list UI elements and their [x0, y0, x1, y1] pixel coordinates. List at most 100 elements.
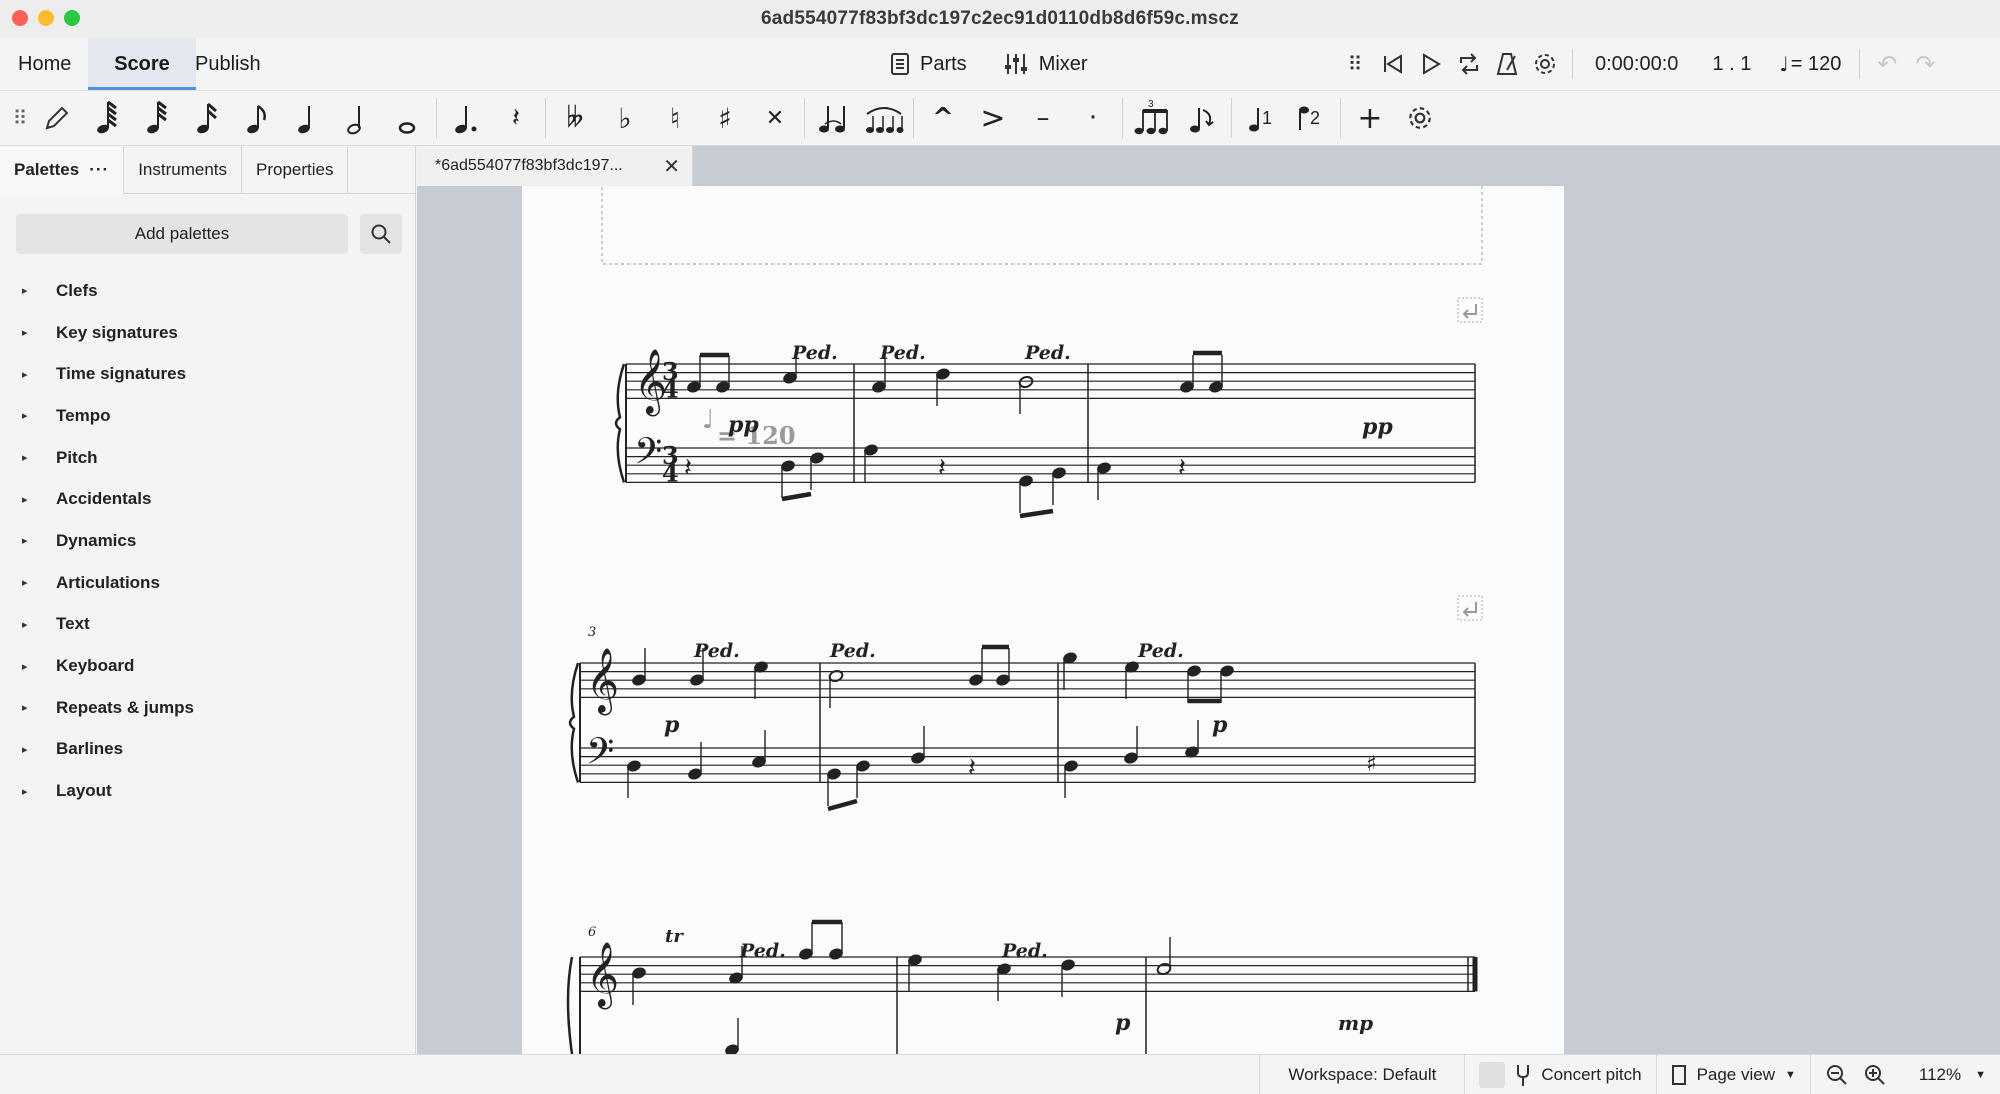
palette-item-key-signatures[interactable]: ▸ Key signatures [0, 312, 416, 354]
document-tab[interactable]: *6ad554077f83bf3dc197... ✕ [417, 146, 693, 186]
palette-item-repeats-jumps[interactable]: ▸ Repeats & jumps [0, 687, 416, 729]
dynamic-p[interactable]: p [1115, 1010, 1131, 1036]
zoom-level[interactable]: 112% [1919, 1065, 1961, 1085]
palette-item-pitch[interactable]: ▸ Pitch [0, 437, 416, 479]
score-canvas[interactable]: 𝄞𝄢3434Ped. Ped. Ped.𝄽 𝄽 𝄽𝄞𝄢Ped. Ped. Ped.𝄽𝄞 Ped… [522, 186, 1564, 1054]
palette-item-barlines[interactable]: ▸ Barlines [0, 729, 416, 771]
whole-note-button[interactable] [382, 93, 432, 143]
treble-clef[interactable]: 𝄞 [586, 942, 619, 1009]
eighth-note-button[interactable] [232, 93, 282, 143]
concert-pitch-checkbox[interactable] [1479, 1061, 1506, 1088]
rest-button[interactable]: 𝄽 [491, 93, 541, 143]
tab-publish[interactable]: Publish [177, 38, 279, 90]
dynamic-p[interactable]: p [664, 712, 680, 738]
tab-home[interactable]: Home [0, 38, 89, 90]
title-frame[interactable] [601, 186, 1483, 265]
tenuto-button[interactable]: – [1018, 93, 1068, 143]
loop-button[interactable] [1450, 44, 1488, 84]
line-break-icon[interactable] [1457, 595, 1483, 621]
voice-2-button[interactable]: 2 [1286, 93, 1336, 143]
palette-item-keyboard[interactable]: ▸ Keyboard [0, 645, 416, 687]
add-palettes-button[interactable]: Add palettes [16, 214, 348, 254]
tie-button[interactable] [809, 93, 859, 143]
tab-palettes[interactable]: Palettes ··· [0, 146, 125, 194]
more-options-icon[interactable]: ··· [89, 160, 109, 180]
line-break-icon[interactable] [1457, 297, 1483, 323]
voice-1-button[interactable]: 1 [1236, 93, 1286, 143]
score-page[interactable]: 𝄞 𝄢 3 4 3 4 Ped. Ped. Ped. 𝄽 𝄽 𝄽 𝄞 𝄢 Ped. Ped. Ped. 𝄽 𝄞 Ped… [522, 186, 1564, 1054]
accent-button[interactable]: > [968, 93, 1018, 143]
pedal-mark[interactable]: Ped. [791, 342, 838, 364]
16th-note-button[interactable] [182, 93, 232, 143]
tuplet-button[interactable]: 3 [1127, 93, 1177, 143]
pedal-mark[interactable]: Ped. [879, 342, 926, 364]
64th-note-button[interactable] [82, 93, 132, 143]
marcato-button[interactable]: ^ [918, 93, 968, 143]
zoom-out-icon[interactable] [1825, 1063, 1849, 1087]
dynamic-mp[interactable]: mp [1338, 1011, 1373, 1035]
maximize-window-button[interactable] [64, 10, 80, 26]
mixer-button[interactable]: Mixer [1003, 52, 1088, 76]
bass-clef[interactable]: 𝄢 [634, 430, 662, 481]
flip-direction-button[interactable] [1177, 93, 1227, 143]
close-tab-icon[interactable]: ✕ [663, 154, 680, 179]
play-button[interactable] [1412, 44, 1450, 84]
pedal-mark[interactable]: Ped. [1024, 342, 1071, 364]
palette-item-text[interactable]: ▸ Text [0, 604, 416, 646]
score-view[interactable]: *6ad554077f83bf3dc197... ✕ 𝄞 𝄢 3 4 3 4 Ped. Ped… [417, 146, 2000, 1054]
double-flat-button[interactable]: 𝄫 [550, 93, 600, 143]
concert-pitch-toggle[interactable]: Concert pitch [1464, 1054, 1655, 1094]
rest[interactable]: 𝄽 [968, 753, 976, 783]
palette-item-articulations[interactable]: ▸ Articulations [0, 562, 416, 604]
playback-settings-button[interactable] [1526, 44, 1564, 84]
palette-search-button[interactable] [360, 214, 402, 254]
dynamic-p[interactable]: p [1212, 712, 1228, 738]
bass-clef[interactable]: 𝄢 [586, 730, 614, 781]
rest[interactable]: 𝄽 [938, 453, 946, 483]
workspace-selector[interactable]: Workspace: Default [1259, 1054, 1464, 1094]
pedal-mark[interactable]: Ped. [739, 940, 786, 962]
palette-item-clefs[interactable]: ▸ Clefs [0, 270, 416, 312]
pedal-mark[interactable]: Ped. [829, 640, 876, 662]
slur-button[interactable] [859, 93, 909, 143]
zoom-in-icon[interactable] [1863, 1063, 1887, 1087]
staccato-button[interactable]: · [1068, 93, 1118, 143]
dynamic-pp[interactable]: pp [728, 412, 759, 438]
close-window-button[interactable] [12, 10, 28, 26]
flat-button[interactable]: ♭ [600, 93, 650, 143]
pedal-mark[interactable]: Ped. [1001, 940, 1048, 962]
chevron-down-icon[interactable]: ▼ [1975, 1069, 1986, 1081]
time-signature-denominator[interactable]: 4 [662, 374, 679, 403]
treble-clef[interactable]: 𝄞 [586, 648, 619, 715]
tab-instruments[interactable]: Instruments [124, 146, 242, 194]
beam[interactable] [1019, 508, 1054, 519]
minimize-window-button[interactable] [38, 10, 54, 26]
drag-handle-icon[interactable]: ⠿ [8, 93, 32, 143]
time-signature-denominator[interactable]: 4 [662, 458, 679, 487]
note-input-mode-button[interactable] [32, 93, 82, 143]
half-note-button[interactable] [332, 93, 382, 143]
32nd-note-button[interactable] [132, 93, 182, 143]
palette-item-accidentals[interactable]: ▸ Accidentals [0, 478, 416, 520]
drag-handle-icon[interactable]: ⠿ [1336, 44, 1374, 84]
metronome-button[interactable] [1488, 44, 1526, 84]
double-sharp-button[interactable]: ✕ [750, 93, 800, 143]
toolbar-settings-button[interactable] [1395, 93, 1445, 143]
palette-item-dynamics[interactable]: ▸ Dynamics [0, 520, 416, 562]
sharp-accidental[interactable]: ♯ [1366, 752, 1377, 777]
beam[interactable] [781, 491, 812, 502]
pedal-mark[interactable]: Ped. [693, 640, 740, 662]
natural-button[interactable]: ♮ [650, 93, 700, 143]
palette-item-layout[interactable]: ▸ Layout [0, 770, 416, 812]
add-button[interactable]: + [1345, 93, 1395, 143]
trill-mark[interactable]: tr [665, 926, 684, 947]
palette-item-tempo[interactable]: ▸ Tempo [0, 395, 416, 437]
rest[interactable]: 𝄽 [684, 453, 692, 483]
dynamic-pp[interactable]: pp [1362, 414, 1393, 440]
tab-properties[interactable]: Properties [242, 146, 349, 194]
sharp-button[interactable]: ♯ [700, 93, 750, 143]
rest[interactable]: 𝄽 [1178, 453, 1186, 483]
quarter-note-button[interactable] [282, 93, 332, 143]
rewind-button[interactable] [1374, 44, 1412, 84]
parts-button[interactable]: Parts [890, 52, 967, 76]
